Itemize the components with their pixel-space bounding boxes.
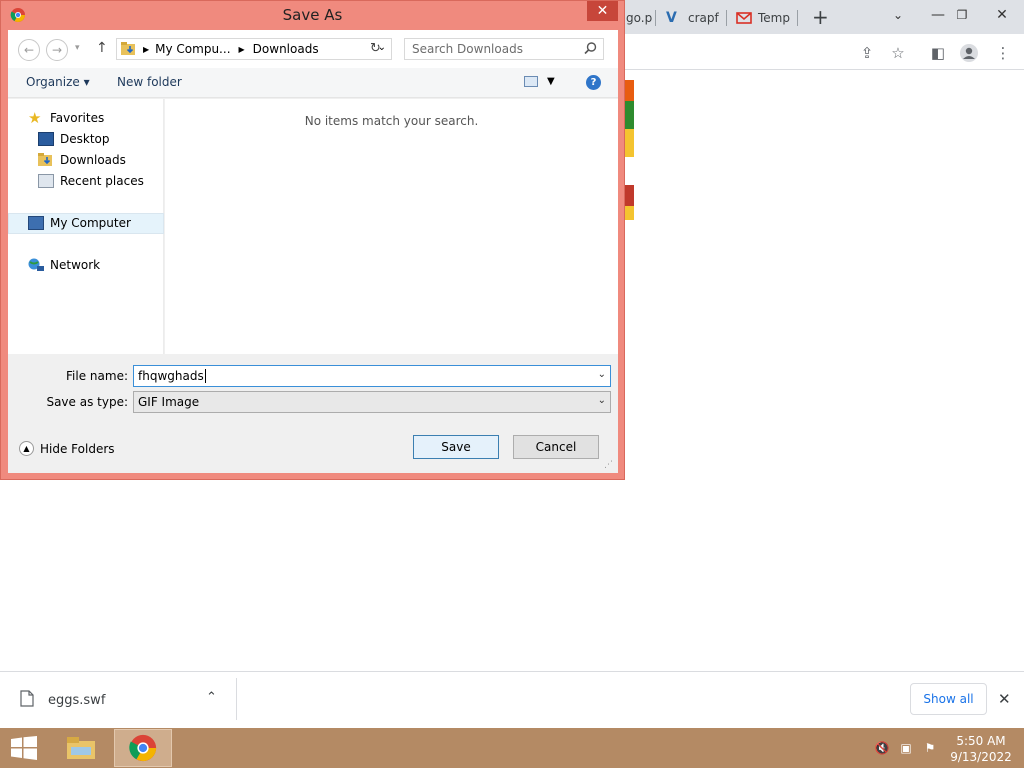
tab-crapf[interactable]: V crapf bbox=[658, 4, 727, 32]
recent-places-icon bbox=[38, 174, 54, 188]
save-type-select[interactable]: GIF Image ⌄ bbox=[133, 391, 611, 413]
folder-download-icon bbox=[121, 42, 137, 56]
forward-button[interactable]: → bbox=[46, 39, 68, 61]
breadcrumb-arrow-icon: ▶ bbox=[143, 44, 150, 54]
nav-favorites[interactable]: ★ Favorites bbox=[28, 108, 104, 128]
tab-separator bbox=[726, 10, 727, 26]
resize-grip-icon[interactable]: ⋰ bbox=[604, 460, 613, 470]
save-type-dropdown-icon[interactable]: ⌄ bbox=[598, 395, 606, 406]
network-icon bbox=[28, 258, 44, 272]
file-name-input[interactable]: fhqwghads ⌄ bbox=[133, 365, 611, 387]
hide-folders-label: Hide Folders bbox=[40, 441, 115, 456]
back-button[interactable]: ← bbox=[18, 39, 40, 61]
history-dropdown-icon[interactable]: ▾ bbox=[75, 43, 80, 53]
folder-download-icon bbox=[38, 153, 54, 167]
dialog-close-button[interactable]: ✕ bbox=[587, 1, 618, 21]
nav-label: Recent places bbox=[60, 174, 144, 188]
tab-label: Temp bbox=[758, 11, 790, 25]
file-list-pane bbox=[165, 99, 618, 354]
tab-separator bbox=[797, 10, 798, 26]
tab-separator bbox=[655, 10, 656, 26]
nav-label: Network bbox=[50, 258, 101, 272]
view-dropdown-icon[interactable]: ▼ bbox=[547, 76, 555, 87]
windows-logo-icon bbox=[11, 736, 37, 760]
file-name-value: fhqwghads bbox=[138, 369, 204, 383]
download-separator bbox=[236, 678, 237, 720]
computer-icon bbox=[28, 216, 44, 230]
tab-label: crapf bbox=[688, 11, 719, 25]
file-name-dropdown-icon[interactable]: ⌄ bbox=[598, 369, 606, 380]
breadcrumb-arrow-icon: ▶ bbox=[238, 44, 245, 54]
window-close-icon[interactable]: ✕ bbox=[986, 0, 1018, 30]
dialog-title: Save As bbox=[282, 6, 343, 24]
up-folder-button[interactable]: ↑ bbox=[96, 40, 108, 56]
breadcrumb[interactable]: ▶ My Compu... ▶ Downloads ⌄ bbox=[116, 38, 392, 60]
nav-downloads[interactable]: Downloads bbox=[38, 150, 126, 170]
breadcrumb-item-downloads[interactable]: Downloads bbox=[253, 42, 319, 56]
network-tray-icon[interactable]: ▣ bbox=[897, 740, 915, 756]
bookmark-star-icon[interactable]: ☆ bbox=[887, 42, 909, 64]
v-logo-icon: V bbox=[666, 10, 677, 26]
nav-label: Downloads bbox=[60, 153, 126, 167]
nav-desktop[interactable]: Desktop bbox=[38, 129, 110, 149]
desktop-icon bbox=[38, 132, 54, 146]
taskbar-clock[interactable]: 5:50 AM 9/13/2022 bbox=[944, 733, 1018, 765]
nav-label: My Computer bbox=[50, 216, 131, 230]
help-icon[interactable]: ? bbox=[586, 75, 601, 90]
new-tab-button[interactable]: + bbox=[812, 5, 829, 29]
file-explorer-icon bbox=[67, 737, 95, 759]
file-name-label: File name: bbox=[66, 369, 128, 383]
organize-button[interactable]: Organize ▾ bbox=[26, 75, 90, 89]
browser-menu-icon[interactable]: ⋮ bbox=[992, 42, 1014, 64]
file-icon bbox=[20, 690, 34, 711]
taskbar-file-explorer[interactable] bbox=[52, 729, 110, 767]
nav-network[interactable]: Network bbox=[28, 255, 100, 275]
save-type-label: Save as type: bbox=[46, 395, 128, 409]
search-placeholder: Search Downloads bbox=[412, 42, 523, 56]
save-type-value: GIF Image bbox=[138, 395, 200, 409]
download-filename: eggs.swf bbox=[48, 693, 106, 708]
download-bar-close-icon[interactable]: ✕ bbox=[998, 690, 1011, 708]
star-icon: ★ bbox=[28, 109, 42, 127]
download-item[interactable]: eggs.swf bbox=[20, 690, 105, 711]
view-options-icon[interactable] bbox=[524, 76, 538, 87]
restore-icon[interactable]: ❐ bbox=[946, 0, 978, 30]
show-all-button[interactable]: Show all bbox=[910, 683, 987, 715]
download-options-chevron-icon[interactable]: ⌃ bbox=[206, 690, 217, 705]
share-icon[interactable]: ⇪ bbox=[856, 42, 878, 64]
refresh-icon[interactable]: ↻ bbox=[370, 41, 381, 56]
profile-avatar-icon[interactable] bbox=[958, 42, 980, 64]
taskbar-chrome[interactable] bbox=[114, 729, 172, 767]
nav-recent-places[interactable]: Recent places bbox=[38, 171, 144, 191]
clock-date: 9/13/2022 bbox=[950, 750, 1012, 764]
download-bar bbox=[0, 671, 1024, 728]
tab-search-chevron-icon[interactable]: ⌄ bbox=[882, 0, 914, 30]
start-button[interactable] bbox=[0, 729, 48, 767]
mail-icon bbox=[736, 10, 752, 26]
nav-label: Favorites bbox=[50, 111, 105, 125]
volume-muted-icon[interactable]: 🔇 bbox=[873, 740, 891, 756]
breadcrumb-item-computer[interactable]: My Compu... bbox=[155, 42, 230, 56]
clock-time: 5:50 AM bbox=[956, 734, 1006, 748]
text-cursor bbox=[204, 369, 206, 383]
search-input[interactable]: Search Downloads bbox=[404, 38, 604, 60]
nav-label: Desktop bbox=[60, 132, 110, 146]
action-center-flag-icon[interactable]: ⚑ bbox=[921, 740, 939, 756]
collapse-up-icon: ▲ bbox=[19, 441, 34, 456]
page-image-fragment bbox=[624, 80, 634, 220]
tab-temp[interactable]: Temp bbox=[728, 4, 798, 32]
search-icon bbox=[584, 42, 597, 58]
hide-folders-toggle[interactable]: ▲ Hide Folders bbox=[19, 441, 115, 456]
chrome-icon bbox=[129, 734, 157, 762]
tab-label: go.p bbox=[626, 11, 653, 25]
empty-folder-message: No items match your search. bbox=[304, 114, 479, 128]
nav-my-computer[interactable]: My Computer bbox=[28, 213, 131, 233]
save-button[interactable]: Save bbox=[413, 435, 499, 459]
cancel-button[interactable]: Cancel bbox=[513, 435, 599, 459]
side-panel-icon[interactable]: ◧ bbox=[927, 42, 949, 64]
new-folder-button[interactable]: New folder bbox=[117, 75, 182, 89]
